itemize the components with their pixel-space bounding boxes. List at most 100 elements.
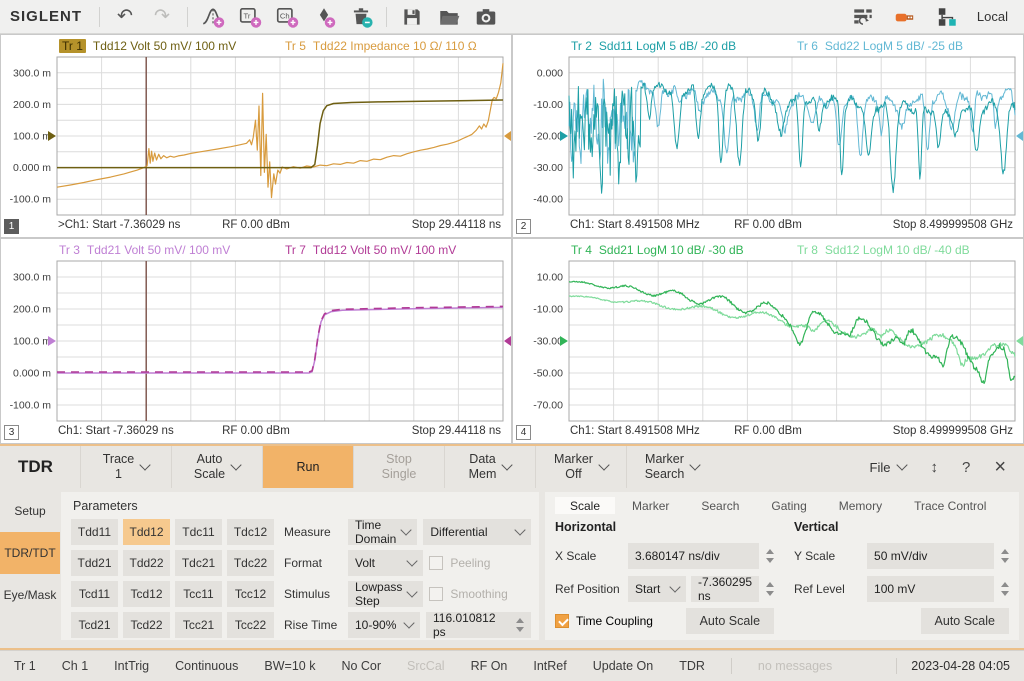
help-icon[interactable]: ? <box>962 459 970 476</box>
horizontal-autoscale-button[interactable]: Auto Scale <box>686 608 774 634</box>
smoothing-checkbox[interactable]: Smoothing <box>429 587 531 601</box>
spinner-control[interactable] <box>766 582 774 596</box>
add-marker-icon[interactable] <box>312 5 336 29</box>
y-axis-label: -40.00 <box>533 194 563 206</box>
scale-group: ScaleMarkerSearchGatingMemoryTrace Contr… <box>545 492 1019 640</box>
sweep-plan-icon[interactable] <box>851 5 875 29</box>
marker-off-button[interactable]: MarkerOff <box>535 446 626 488</box>
param-button-tcd22[interactable]: Tcd22 <box>123 612 170 638</box>
reflevel-field[interactable]: 100 mV <box>867 576 994 602</box>
vertical-autoscale-button[interactable]: Auto Scale <box>921 608 1009 634</box>
spinner-control[interactable] <box>516 618 524 632</box>
spinner-control[interactable] <box>1001 549 1009 563</box>
trace-tag-tr1[interactable]: Tr 1 <box>59 39 86 53</box>
lan-network-icon[interactable] <box>935 5 959 29</box>
add-channel-icon[interactable]: Ch <box>275 5 299 29</box>
channel-badge-1[interactable]: 1 <box>4 219 19 234</box>
ref-level-arrow-left <box>560 336 568 346</box>
yscale-field[interactable]: 50 mV/div <box>867 543 994 569</box>
time-coupling-checkbox[interactable]: Time Coupling <box>555 614 653 628</box>
spinner-control[interactable] <box>766 549 774 563</box>
refpos-value-field[interactable]: -7.360295 ns <box>691 576 759 602</box>
measure-mode-dropdown[interactable]: Differential <box>423 519 531 545</box>
tab-tdr-tdt[interactable]: TDR/TDT <box>0 532 60 574</box>
param-button-tdd21[interactable]: Tdd21 <box>71 550 118 576</box>
format-label: Format <box>284 556 342 570</box>
param-button-tdc12[interactable]: Tdc12 <box>227 519 274 545</box>
param-button-tdc21[interactable]: Tdc21 <box>175 550 222 576</box>
param-button-tdd11[interactable]: Tdd11 <box>71 519 118 545</box>
add-trace-icon[interactable]: Tr <box>238 5 262 29</box>
trace-tag-tr5[interactable]: Tr 5 <box>285 39 306 53</box>
collapse-expand-icon[interactable]: ↕ <box>930 459 938 476</box>
param-button-tcd12[interactable]: Tcd12 <box>123 581 170 607</box>
trace-entry: Tr 4Sdd21 LogM 10 dB/ -30 dB <box>571 243 797 257</box>
refpos-mode-dropdown[interactable]: Start <box>628 576 686 602</box>
peeling-checkbox[interactable]: Peeling <box>429 556 531 570</box>
param-button-tdc22[interactable]: Tdc22 <box>227 550 274 576</box>
tab-trace-control[interactable]: Trace Control <box>899 497 1001 514</box>
auto-scale-button[interactable]: AutoScale <box>171 446 262 488</box>
param-button-tdc11[interactable]: Tdc11 <box>175 519 222 545</box>
scale-tabs: ScaleMarkerSearchGatingMemoryTrace Contr… <box>555 497 1009 514</box>
trace-tag-tr3[interactable]: Tr 3 <box>59 243 80 257</box>
tab-eye-mask[interactable]: Eye/Mask <box>0 574 60 616</box>
risetime-value-field[interactable]: 116.010812 ps <box>426 612 531 638</box>
redo-icon[interactable]: ↷ <box>150 5 174 29</box>
status-datetime: 2023-04-28 04:05 <box>896 658 1010 674</box>
plot-canvas-4[interactable]: 10.00-10.00-30.00-50.00-70.00 <box>513 260 1023 423</box>
close-icon[interactable]: × <box>994 457 1006 477</box>
plot-area: Tr 1Tdd12 Volt 50 mV/ 100 mVTr 5Tdd22 Im… <box>0 34 1024 444</box>
risetime-range-dropdown[interactable]: 10-90% <box>348 612 420 638</box>
tab-marker[interactable]: Marker <box>617 497 684 514</box>
add-measurement-icon[interactable] <box>201 5 225 29</box>
param-button-tcc12[interactable]: Tcc12 <box>227 581 274 607</box>
tab-scale[interactable]: Scale <box>555 497 615 514</box>
param-button-tcc21[interactable]: Tcc21 <box>175 612 222 638</box>
param-button-tcc11[interactable]: Tcc11 <box>175 581 222 607</box>
open-folder-icon[interactable] <box>437 5 461 29</box>
trace-tag-tr4[interactable]: Tr 4 <box>571 243 592 257</box>
param-button-tcd21[interactable]: Tcd21 <box>71 612 118 638</box>
local-mode-label[interactable]: Local <box>977 9 1008 24</box>
plot-canvas-1[interactable]: 300.0 m200.0 m100.0 m0.000 m-100.0 m <box>1 56 511 217</box>
data-mem-button[interactable]: DataMem <box>444 446 535 488</box>
channel-badge-2[interactable]: 2 <box>516 219 531 234</box>
tdr-panel: TDR Trace1AutoScaleRunStopSingleDataMemM… <box>0 444 1024 650</box>
tab-memory[interactable]: Memory <box>824 497 897 514</box>
screenshot-icon[interactable] <box>474 5 498 29</box>
undo-icon[interactable]: ↶ <box>113 5 137 29</box>
param-button-tdd12[interactable]: Tdd12 <box>123 519 170 545</box>
save-icon[interactable] <box>400 5 424 29</box>
plot-canvas-3[interactable]: 300.0 m200.0 m100.0 m0.000 m-100.0 m <box>1 260 511 423</box>
stimulus-dropdown[interactable]: Lowpass Step <box>348 581 423 607</box>
param-button-tdd22[interactable]: Tdd22 <box>123 550 170 576</box>
channel-badge-4[interactable]: 4 <box>516 425 531 440</box>
trace-entry: Tr 7Tdd12 Volt 50 mV/ 100 mV <box>285 243 511 257</box>
marker-search-button[interactable]: MarkerSearch <box>626 446 717 488</box>
trace-tag-tr8[interactable]: Tr 8 <box>797 243 818 257</box>
trace-tag-tr6[interactable]: Tr 6 <box>797 39 818 53</box>
format-dropdown[interactable]: Volt <box>348 550 423 576</box>
delete-icon[interactable] <box>349 5 373 29</box>
trace-1-button[interactable]: Trace1 <box>80 446 171 488</box>
stop-single-button[interactable]: StopSingle <box>353 446 444 488</box>
xscale-field[interactable]: 3.680147 ns/div <box>628 543 759 569</box>
trace-tag-tr7[interactable]: Tr 7 <box>285 243 306 257</box>
run-button[interactable]: Run <box>262 446 353 488</box>
sweep-stop-label: Stop 29.44118 ns <box>412 425 501 437</box>
param-button-tcc22[interactable]: Tcc22 <box>227 612 274 638</box>
channel-badge-3[interactable]: 3 <box>4 425 19 440</box>
tab-setup[interactable]: Setup <box>0 490 60 532</box>
param-button-tcd11[interactable]: Tcd11 <box>71 581 118 607</box>
tab-gating[interactable]: Gating <box>756 497 821 514</box>
measure-dropdown[interactable]: Time Domain <box>348 519 417 545</box>
trace-tag-tr2[interactable]: Tr 2 <box>571 39 592 53</box>
usb-device-icon[interactable] <box>893 5 917 29</box>
plot-canvas-2[interactable]: 0.000-10.00-20.00-30.00-40.00 <box>513 56 1023 217</box>
spinner-control[interactable] <box>1001 582 1009 596</box>
y-axis-label: -70.00 <box>533 400 563 412</box>
tab-search[interactable]: Search <box>686 497 754 514</box>
file-menu-button[interactable]: File <box>870 460 907 475</box>
divider <box>386 7 387 27</box>
